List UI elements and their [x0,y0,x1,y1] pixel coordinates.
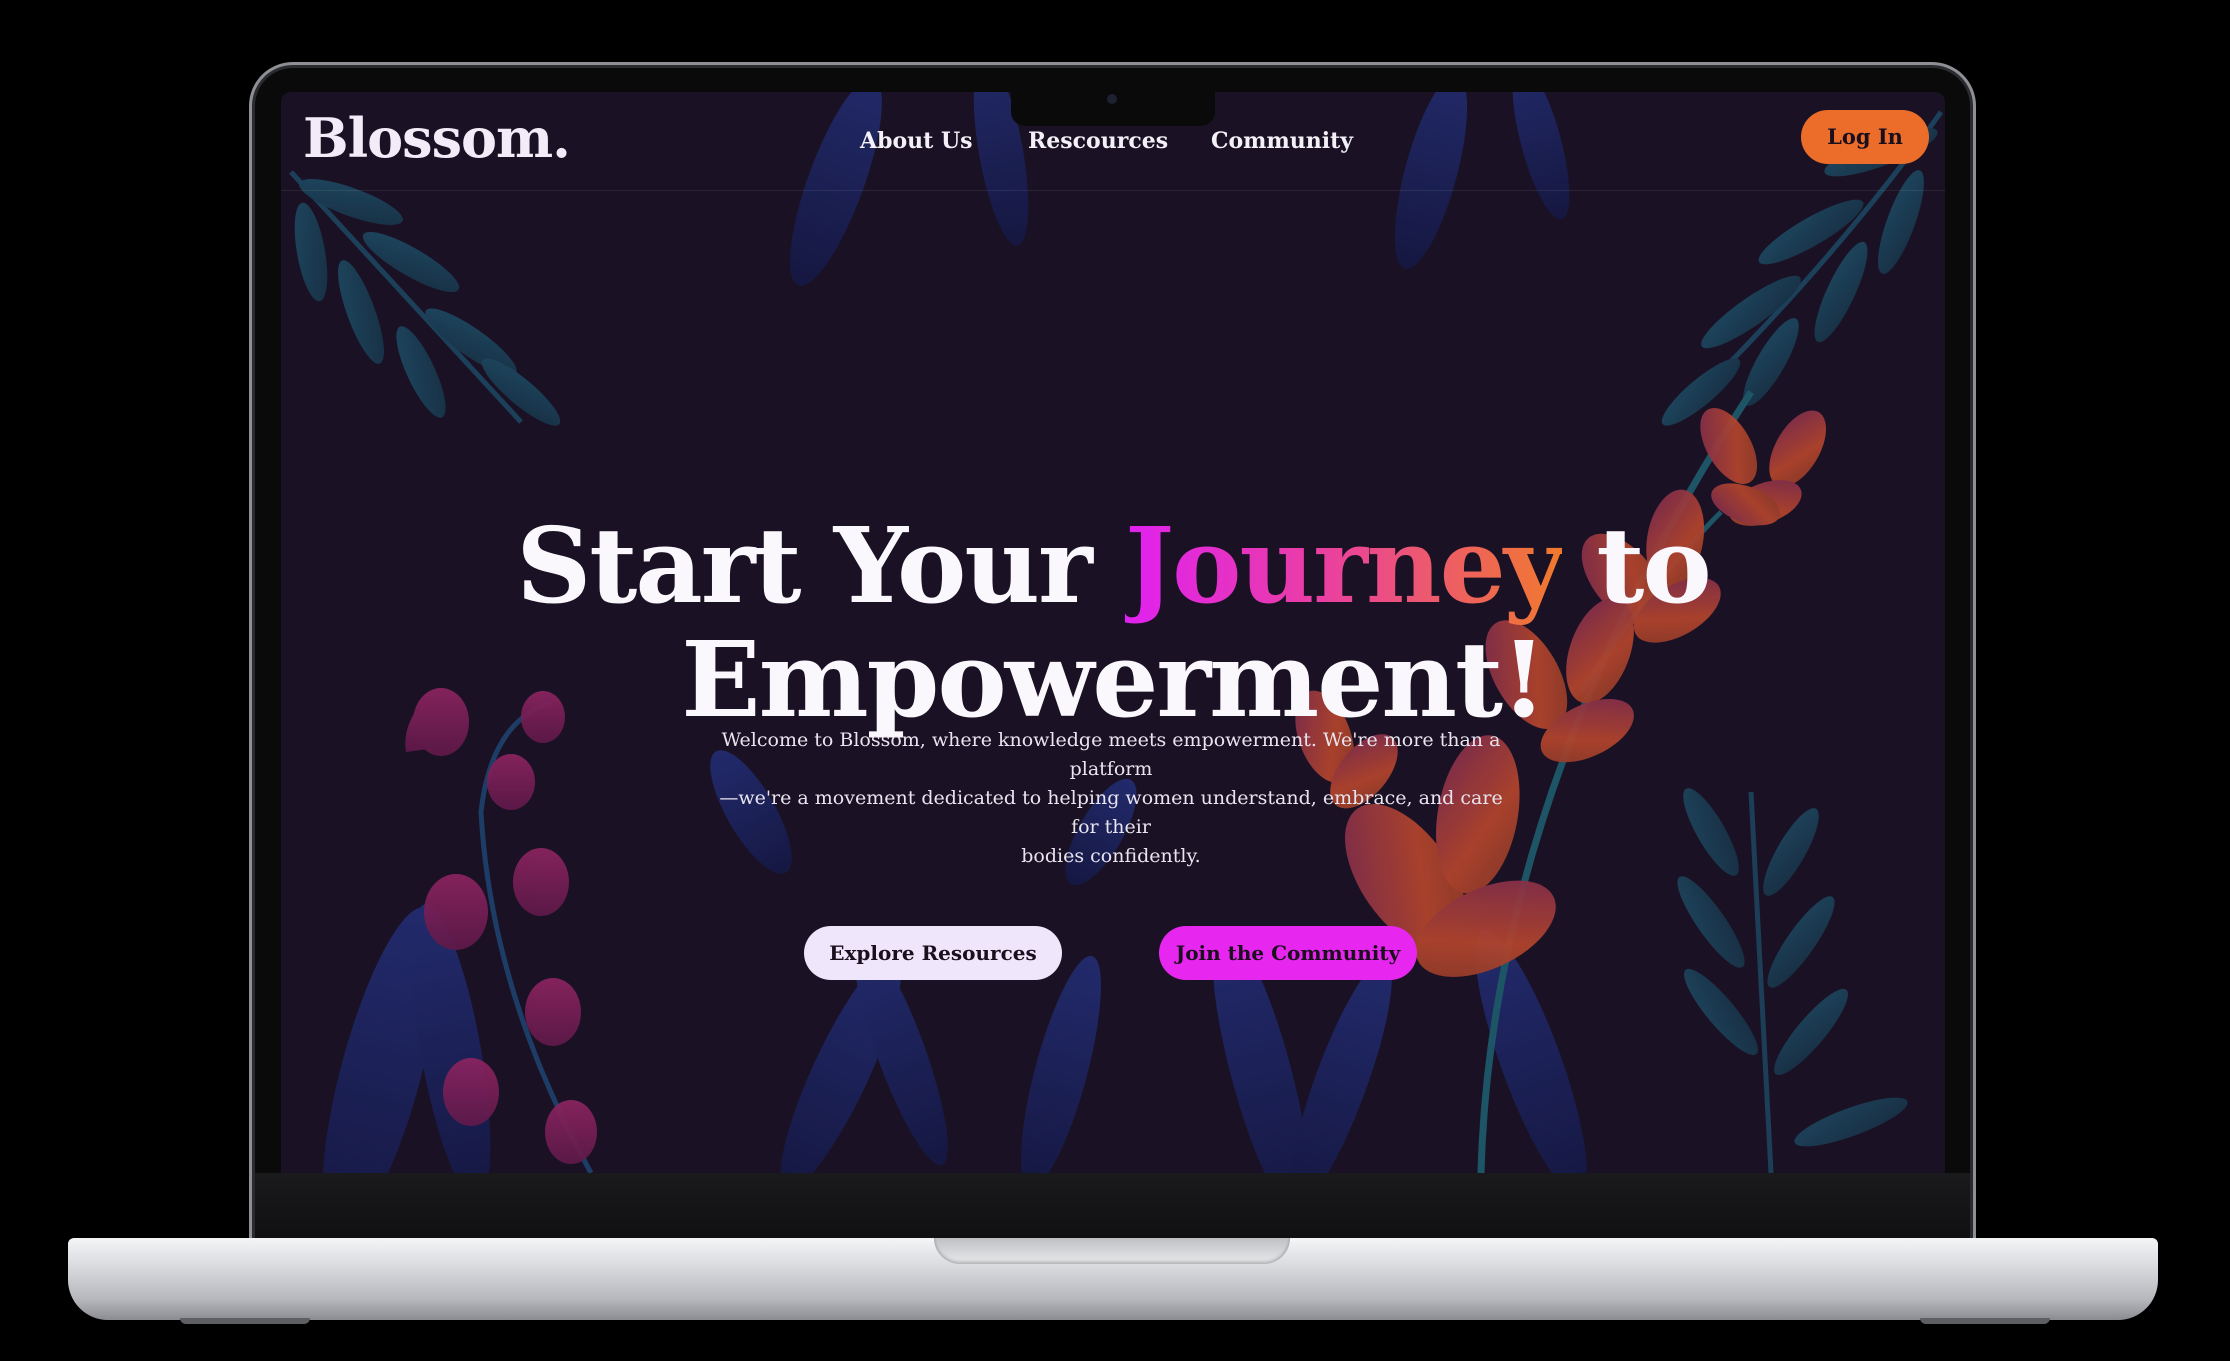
fern-top-left [289,170,561,426]
nav-link-about[interactable]: About Us [860,128,973,154]
join-community-button[interactable]: Join the Community [1159,926,1417,980]
intro-line: —we're a movement dedicated to helping w… [719,787,1503,838]
brand-logo[interactable]: Blossom. [303,106,571,170]
camera-icon [1107,94,1117,104]
hero-title-highlight: Journey [1124,504,1564,627]
laptop-foot-right [1920,1318,2050,1324]
hero-intro-text: Welcome to Blossom, where knowledge meet… [711,726,1511,871]
fern-bottom-right [1677,788,1908,1173]
laptop-chin [255,1173,1970,1239]
hero-title-line1: Start Your Journey to [281,508,1945,624]
laptop-opening-notch [934,1238,1290,1264]
intro-line: Welcome to Blossom, where knowledge meet… [721,729,1501,780]
hero-title-start: Start Your [516,504,1093,627]
hero-title-line2: Empowerment! [681,618,1546,741]
nav-link-community[interactable]: Community [1211,128,1353,154]
nav-link-resources[interactable]: Rescources [1028,128,1168,154]
login-button[interactable]: Log In [1801,110,1929,164]
intro-line: bodies confidently. [1021,845,1201,867]
hero-title-end: to [1596,504,1711,627]
laptop-foot-left [180,1318,310,1324]
explore-resources-button[interactable]: Explore Resources [804,926,1062,980]
header-divider [281,190,1945,191]
website-screen: Blossom. About Us Rescources Community L… [281,92,1945,1173]
